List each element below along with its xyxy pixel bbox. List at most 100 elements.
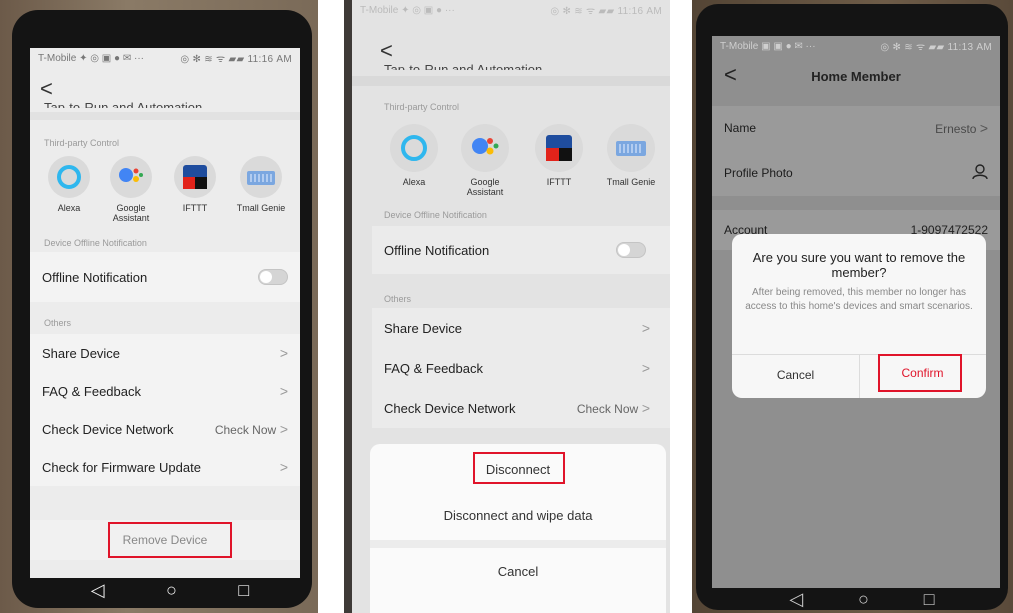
section-offline: Device Offline Notification: [44, 238, 147, 248]
status-left: T-Mobile ▣ ▣ ● ✉ ···: [720, 40, 816, 52]
recents-nav-icon[interactable]: □: [238, 580, 249, 601]
others-card: Share Device > FAQ & Feedback > Check De…: [372, 308, 670, 428]
tp-tmall-genie[interactable]: Tmall Genie: [228, 156, 294, 224]
row-label: Check for Firmware Update: [42, 459, 201, 475]
offline-notification-row: Offline Notification: [372, 226, 670, 274]
highlight-box: [108, 522, 232, 558]
tp-label: Alexa: [57, 203, 81, 213]
tp-label: Alexa: [402, 177, 426, 187]
others-card: Share Device > FAQ & Feedback > Check De…: [30, 334, 300, 486]
name-value: Ernesto: [935, 122, 977, 136]
divider: [30, 112, 300, 120]
back-button[interactable]: <: [380, 40, 393, 62]
photo-panel-1: T-Mobile ✦ ◎ ▣ ● ✉ ··· ◎ ✻ ≋ ᯤ ▰▰ 11:16 …: [0, 0, 318, 613]
status-bar: T-Mobile ▣ ▣ ● ✉ ··· ◎ ✻ ≋ ᯤ ▰▰ 11:13 AM: [712, 36, 1000, 56]
home-nav-icon[interactable]: ○: [166, 580, 177, 601]
tp-label: Tmall Genie: [236, 203, 286, 213]
status-left: T-Mobile ✦ ◎ ▣ ● ✉ ···: [38, 52, 144, 64]
firmware-update-row[interactable]: Check for Firmware Update >: [30, 448, 300, 486]
highlight-box: [473, 452, 565, 484]
offline-toggle[interactable]: [258, 269, 288, 285]
page-title: Home Member: [811, 68, 901, 84]
tp-google-assistant[interactable]: Google Assistant: [100, 156, 162, 224]
device-settings-screen: T-Mobile ✦ ◎ ▣ ● ✉ ··· ◎ ✻ ≋ ᯤ ▰▰ 11:16 …: [30, 48, 300, 578]
status-bar: T-Mobile ✦ ◎ ▣ ● ✉ ··· ◎ ✻ ≋ ᯤ ▰▰ 11:16 …: [30, 48, 300, 68]
row-label: Share Device: [42, 345, 121, 361]
name-row[interactable]: Name Ernesto >: [712, 106, 1000, 150]
disconnect-screen: T-Mobile ✦ ◎ ▣ ● ··· ◎ ✻ ≋ ᯤ ▰▰ 11:16 AM…: [352, 0, 670, 613]
recents-nav-icon[interactable]: □: [924, 589, 935, 610]
cancel-option[interactable]: Cancel: [370, 564, 666, 579]
home-member-screen: T-Mobile ▣ ▣ ● ✉ ··· ◎ ✻ ≋ ᯤ ▰▰ 11:13 AM…: [712, 36, 1000, 588]
tp-google-assistant[interactable]: Google Assistant: [448, 124, 522, 198]
chevron-right-icon: >: [641, 400, 650, 416]
section-third-party: Third-party Control: [384, 102, 460, 112]
faq-feedback-row[interactable]: FAQ & Feedback >: [30, 372, 300, 410]
share-device-row[interactable]: Share Device >: [30, 334, 300, 372]
section-others: Others: [384, 294, 412, 304]
back-button[interactable]: <: [40, 78, 53, 100]
dialog-title: Are you sure you want to remove the memb…: [752, 250, 966, 280]
section-offline: Device Offline Notification: [384, 210, 487, 220]
chevron-right-icon: >: [279, 459, 288, 475]
row-label: Profile Photo: [724, 166, 793, 180]
chevron-right-icon: >: [641, 360, 650, 376]
row-label: Share Device: [384, 320, 463, 336]
status-bar: T-Mobile ✦ ◎ ▣ ● ··· ◎ ✻ ≋ ᯤ ▰▰ 11:16 AM: [352, 0, 670, 20]
tmall-genie-icon: [240, 156, 282, 198]
google-assistant-icon: [110, 156, 152, 198]
header: < Home Member: [712, 56, 1000, 96]
offline-notification-row: Offline Notification: [30, 252, 300, 302]
offline-card: Offline Notification: [30, 252, 300, 302]
check-network-row[interactable]: Check Device Network Check Now >: [30, 410, 300, 448]
tp-label: Google Assistant: [466, 177, 504, 197]
alexa-icon: [390, 124, 438, 172]
row-label: Check Device Network: [384, 400, 516, 416]
back-button[interactable]: <: [724, 64, 737, 86]
divider: [370, 540, 666, 548]
status-right: ◎ ✻ ≋ ᯤ ▰▰ 11:16 AM: [180, 54, 292, 65]
profile-icon: [972, 163, 988, 183]
ifttt-icon: [535, 124, 583, 172]
share-device-row[interactable]: Share Device >: [372, 308, 670, 348]
offline-card: Offline Notification: [372, 226, 670, 274]
back-nav-icon[interactable]: ◁: [91, 580, 105, 601]
offline-toggle[interactable]: [616, 242, 646, 258]
faq-feedback-row[interactable]: FAQ & Feedback >: [372, 348, 670, 388]
dialog-message: After being removed, this member no long…: [745, 287, 973, 312]
tp-label: Tmall Genie: [606, 177, 656, 187]
back-nav-icon[interactable]: ◁: [789, 589, 803, 610]
status-left: T-Mobile ✦ ◎ ▣ ● ···: [360, 4, 455, 16]
highlight-box: [878, 354, 962, 392]
row-label: Offline Notification: [384, 242, 490, 258]
disconnect-wipe-option[interactable]: Disconnect and wipe data: [370, 508, 666, 523]
tp-alexa[interactable]: Alexa: [38, 156, 100, 224]
nav-bar: ◁ ○ □: [60, 578, 280, 602]
chevron-right-icon: >: [279, 421, 288, 437]
divider: [352, 76, 670, 86]
check-network-row[interactable]: Check Device Network Check Now >: [372, 388, 670, 428]
profile-photo-row[interactable]: Profile Photo: [712, 150, 1000, 196]
tp-label: IFTTT: [182, 203, 208, 213]
row-label: Offline Notification: [42, 269, 148, 285]
tp-ifttt[interactable]: IFTTT: [522, 124, 596, 198]
status-right: ◎ ✻ ≋ ᯤ ▰▰ 11:13 AM: [880, 42, 992, 53]
tp-ifttt[interactable]: IFTTT: [162, 156, 228, 224]
tp-alexa[interactable]: Alexa: [380, 124, 448, 198]
alexa-icon: [48, 156, 90, 198]
check-now-value: Check Now: [576, 402, 639, 416]
google-assistant-icon: [461, 124, 509, 172]
chevron-right-icon: >: [279, 345, 288, 361]
cancel-button[interactable]: Cancel: [732, 368, 859, 382]
tp-label: Google Assistant: [112, 203, 150, 223]
third-party-list: Alexa Google Assistant IFTTT Tmall Genie: [38, 156, 294, 224]
status-right: ◎ ✻ ≋ ᯤ ▰▰ 11:16 AM: [550, 6, 662, 17]
section-others: Others: [44, 318, 72, 328]
ifttt-icon: [174, 156, 216, 198]
home-nav-icon[interactable]: ○: [858, 589, 869, 610]
tmall-genie-icon: [607, 124, 655, 172]
automation-row-cut[interactable]: Tap-to-Run and Automation: [384, 62, 542, 70]
tp-tmall-genie[interactable]: Tmall Genie: [596, 124, 666, 198]
automation-row-cut[interactable]: Tap-to-Run and Automation: [44, 100, 202, 108]
row-label: FAQ & Feedback: [384, 360, 483, 376]
